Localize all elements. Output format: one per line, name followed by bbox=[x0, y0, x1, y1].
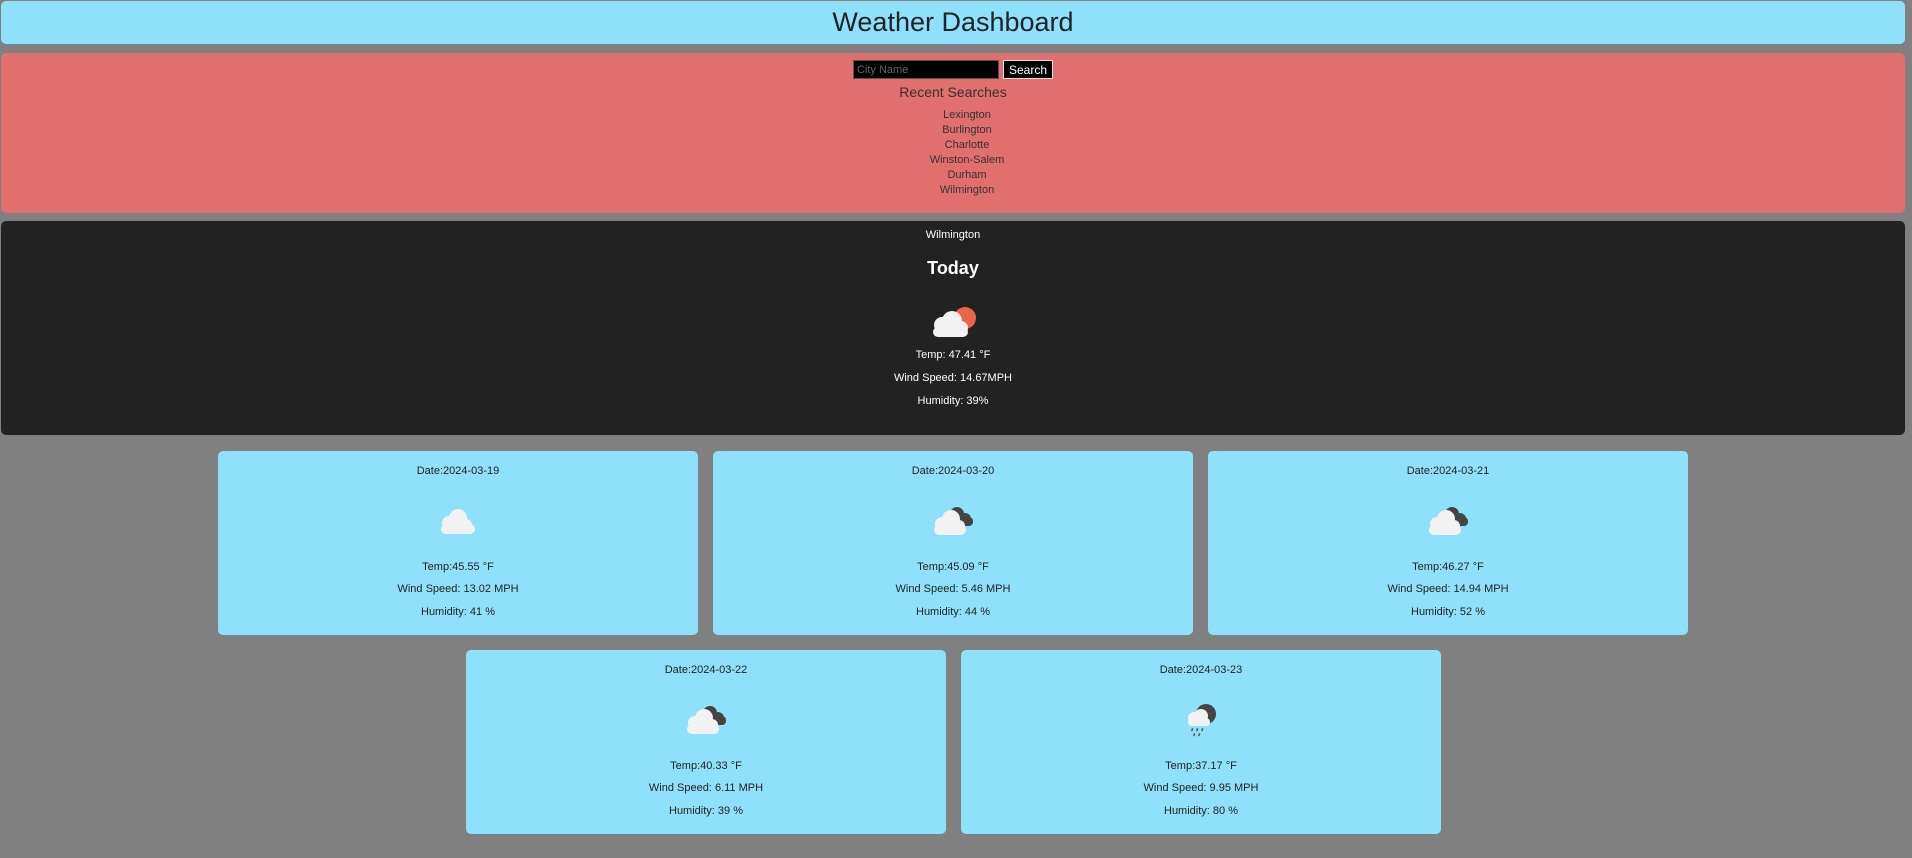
recent-search-item[interactable]: Durham bbox=[947, 168, 986, 183]
rain-cloud-icon bbox=[1188, 704, 1216, 737]
forecast-temp: Temp:45.55 °F bbox=[422, 561, 494, 573]
page-title: Weather Dashboard bbox=[832, 7, 1074, 37]
forecast-humidity: Humidity: 52 % bbox=[1411, 606, 1485, 618]
forecast-humidity: Humidity: 39 % bbox=[669, 805, 743, 817]
recent-search-item[interactable]: Lexington bbox=[943, 108, 991, 123]
forecast-card: Date:2024-03-21 Temp:46.27 °F Wind Speed… bbox=[1208, 451, 1688, 635]
recent-search-item[interactable]: Charlotte bbox=[945, 138, 990, 153]
cloud-icon bbox=[441, 509, 475, 534]
current-wind-speed: Wind Speed: 14.67MPH bbox=[893, 372, 1012, 384]
city-search-input[interactable] bbox=[852, 60, 999, 79]
today-heading: Today bbox=[927, 258, 979, 278]
forecast-date: Date:2024-03-19 bbox=[416, 465, 500, 477]
recent-searches-title: Recent Searches bbox=[899, 84, 1007, 100]
forecast-card: Date:2024-03-19 Temp:45.55 °F Wind Speed… bbox=[218, 451, 698, 635]
forecast-temp: Temp:46.27 °F bbox=[1412, 561, 1484, 573]
recent-searches-list: Lexington Burlington Charlotte Winston-S… bbox=[1, 108, 1905, 198]
search-panel: Search Recent Searches Lexington Burling… bbox=[1, 53, 1905, 213]
current-temp: Temp: 47.41 °F bbox=[915, 349, 991, 361]
forecast-date: Date:2024-03-20 bbox=[911, 465, 995, 477]
forecast-date: Date:2024-03-23 bbox=[1159, 664, 1243, 676]
recent-search-item[interactable]: Winston-Salem bbox=[930, 153, 1005, 168]
cloud-with-sun-icon bbox=[933, 307, 976, 337]
current-humidity: Humidity: 39% bbox=[917, 395, 989, 407]
forecast-date: Date:2024-03-22 bbox=[664, 664, 748, 676]
broken-clouds-icon bbox=[1429, 507, 1468, 535]
recent-search-item[interactable]: Burlington bbox=[942, 123, 992, 138]
forecast-wind-speed: Wind Speed: 13.02 MPH bbox=[397, 583, 519, 595]
forecast-date: Date:2024-03-21 bbox=[1406, 465, 1490, 477]
forecast-wind-speed: Wind Speed: 14.94 MPH bbox=[1387, 583, 1509, 595]
forecast-temp: Temp:45.09 °F bbox=[917, 561, 989, 573]
broken-clouds-icon bbox=[934, 507, 973, 535]
forecast-temp: Temp:37.17 °F bbox=[1165, 760, 1237, 772]
forecast-card: Date:2024-03-23 Temp:37.17 °F Wind Speed… bbox=[961, 650, 1441, 834]
current-weather-panel: Wilmington Today Temp: 47.41 °F Wind Spe… bbox=[1, 221, 1905, 435]
header: Weather Dashboard bbox=[1, 1, 1905, 44]
forecast-humidity: Humidity: 80 % bbox=[1164, 805, 1238, 817]
forecast-temp: Temp:40.33 °F bbox=[670, 760, 742, 772]
forecast-humidity: Humidity: 41 % bbox=[421, 606, 495, 618]
forecast-wind-speed: Wind Speed: 6.11 MPH bbox=[648, 782, 764, 794]
broken-clouds-icon bbox=[687, 706, 726, 734]
search-button[interactable]: Search bbox=[1002, 60, 1054, 79]
search-form: Search bbox=[1, 60, 1905, 79]
forecast-wind-speed: Wind Speed: 9.95 MPH bbox=[1143, 782, 1259, 794]
forecast-wind-speed: Wind Speed: 5.46 MPH bbox=[895, 583, 1011, 595]
forecast-card: Date:2024-03-20 Temp:45.09 °F Wind Speed… bbox=[713, 451, 1193, 635]
forecast-humidity: Humidity: 44 % bbox=[916, 606, 990, 618]
current-city: Wilmington bbox=[925, 229, 981, 241]
recent-search-item[interactable]: Wilmington bbox=[940, 183, 994, 198]
forecast-card: Date:2024-03-22 Temp:40.33 °F Wind Speed… bbox=[466, 650, 946, 834]
